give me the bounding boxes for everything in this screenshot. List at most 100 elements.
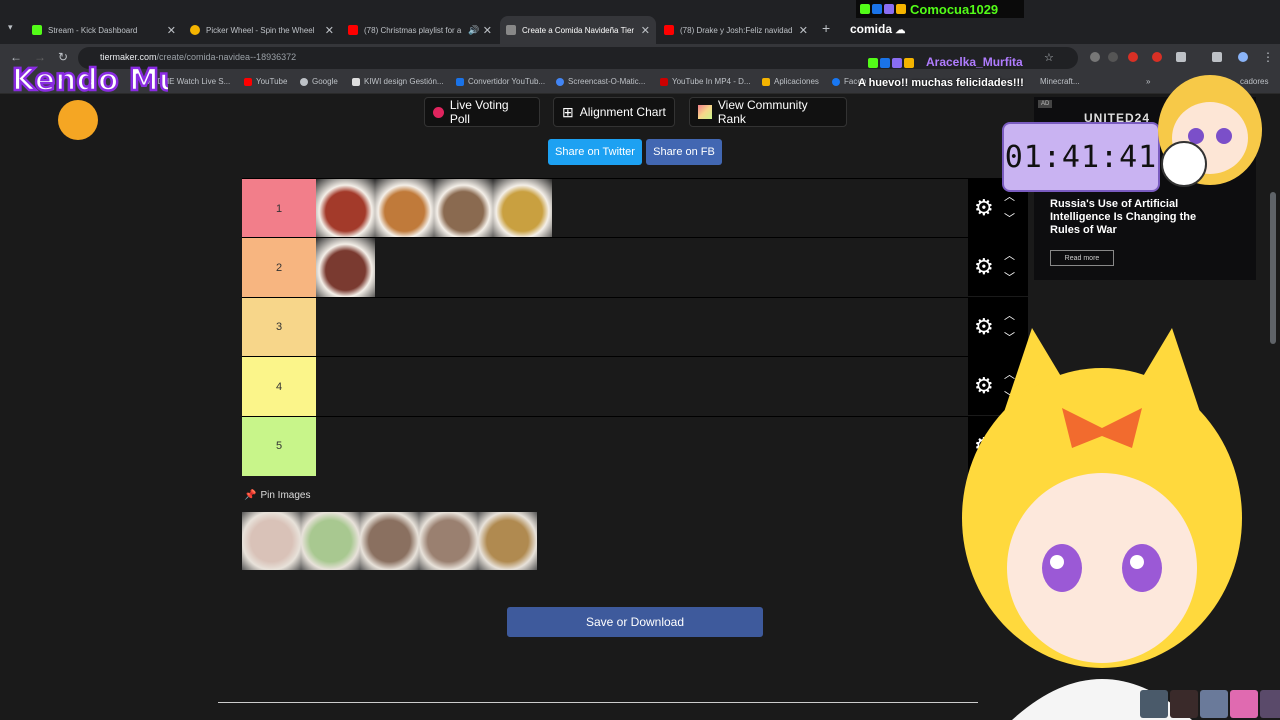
bookmark-item[interactable]: Screencast-O-Matic... (556, 77, 645, 86)
tab-tiermaker[interactable]: Create a Comida Navideña Tier ✕ (500, 16, 656, 44)
share-fb-button[interactable]: Share on FB (646, 139, 722, 165)
food-image[interactable] (316, 179, 375, 238)
chat-username: Comocua1029 (910, 1, 999, 17)
badge-icon (880, 58, 890, 68)
ad-headline: Russia's Use of Artificial Intelligence … (1050, 198, 1197, 236)
tier-label[interactable]: 4 (242, 357, 316, 417)
screen: ▾ Stream - Kick Dashboard ✕ Picker Wheel… (0, 0, 1280, 720)
live-voting-poll-button[interactable]: Live Voting Poll (424, 97, 540, 127)
close-icon[interactable]: ✕ (799, 24, 808, 37)
tab-label: (78) Christmas playlist for a (364, 25, 462, 35)
youtube-icon (244, 77, 252, 86)
chevron-up-icon[interactable]: ︿ (1004, 247, 1015, 263)
bookmark-item[interactable]: KIWI design Gestión... (352, 77, 444, 86)
chat-header: Comocua1029 (856, 0, 1024, 18)
tier-label[interactable]: 5 (242, 416, 316, 476)
bookmarks-bar: ATDHE Watch Live S... YouTube Google KIW… (0, 72, 1280, 94)
bookmark-item[interactable]: Minecraft... (1040, 77, 1080, 86)
ad-read-more-button[interactable]: Read more (1050, 250, 1114, 266)
crown-icon (904, 58, 914, 68)
viewer-thumbnails (1138, 690, 1280, 718)
food-image[interactable] (419, 512, 478, 570)
tab-label: (78) Drake y Josh:Feliz navidad (680, 25, 793, 35)
tab-kick-dashboard[interactable]: Stream - Kick Dashboard ✕ (26, 16, 182, 44)
browser-tab-bar: ▾ Stream - Kick Dashboard ✕ Picker Wheel… (0, 0, 1280, 44)
youtube-icon (348, 25, 358, 35)
tier-items (316, 179, 552, 238)
bookmark-item[interactable]: Convertidor YouTub... (456, 77, 545, 86)
extension-icon[interactable] (1108, 52, 1118, 62)
badge-icon (872, 4, 882, 14)
bookmark-star-icon[interactable]: ☆ (1044, 51, 1054, 64)
tier-row: 4 (242, 356, 968, 417)
gear-icon[interactable]: ⚙ (974, 254, 994, 280)
tab-christmas-playlist[interactable]: (78) Christmas playlist for a 🔊 ✕ (342, 16, 498, 44)
food-image[interactable] (360, 512, 419, 570)
chevron-down-icon[interactable]: ﹀ (1004, 210, 1015, 226)
bookmark-item[interactable]: Aplicaciones (762, 77, 819, 86)
close-icon[interactable]: ✕ (483, 24, 492, 37)
viewer-avatar (1200, 690, 1228, 718)
chat-badges (866, 58, 914, 68)
tier-label[interactable]: 3 (242, 297, 316, 357)
view-community-rank-button[interactable]: View Community Rank (689, 97, 847, 127)
kiwi-icon (352, 77, 360, 86)
food-image[interactable] (493, 179, 552, 238)
speaker-icon[interactable]: 🔊 (468, 25, 479, 36)
stream-timer: 01:41:41 (1002, 122, 1160, 192)
wheel-icon (190, 25, 200, 35)
pin-images-heading: 📌 Pin Images (244, 490, 311, 501)
tier-row: 5 (242, 415, 968, 476)
bookmark-item[interactable]: YouTube (244, 77, 287, 86)
viewer-avatar (1140, 690, 1168, 718)
tier-row: 1 (242, 178, 968, 238)
ad-badge: AD (1038, 100, 1053, 108)
apps-grid-icon (762, 77, 770, 86)
scrollbar[interactable] (1270, 192, 1276, 344)
tier-row: 3 (242, 296, 968, 357)
bookmark-item[interactable]: Google (300, 77, 338, 86)
new-tab-button[interactable]: + (822, 20, 830, 36)
food-image[interactable] (434, 179, 493, 238)
tier-label[interactable]: 2 (242, 238, 316, 298)
tier-row: 2 (242, 237, 968, 298)
chevron-down-icon[interactable]: ﹀ (1004, 269, 1015, 285)
tier-grid-icon (698, 105, 712, 119)
channel-logo: Kendo Murft (11, 62, 168, 140)
record-icon (433, 106, 444, 118)
tab-label: Picker Wheel - Spin the Wheel (206, 25, 315, 35)
address-toolbar: ← → ↻ tiermaker.com/create/comida-navide… (0, 44, 1280, 72)
tier-label[interactable]: 1 (242, 179, 316, 238)
tab-drake-josh[interactable]: (78) Drake y Josh:Feliz navidad ✕ (658, 16, 814, 44)
food-image[interactable] (242, 512, 301, 570)
food-image[interactable] (316, 238, 375, 298)
kick-badge-icon (860, 4, 870, 14)
save-download-button[interactable]: Save or Download (507, 607, 763, 637)
extension-icon[interactable] (1090, 52, 1100, 62)
pin-images-tray (242, 512, 537, 570)
tab-label: Stream - Kick Dashboard (48, 25, 138, 35)
bookmark-item[interactable]: YouTube In MP4 - D... (660, 77, 751, 86)
gear-icon[interactable]: ⚙ (974, 195, 994, 221)
share-twitter-button[interactable]: Share on Twitter (548, 139, 642, 165)
vtuber-avatar-small (1158, 75, 1262, 187)
vtuber-avatar (962, 328, 1242, 720)
close-icon[interactable]: ✕ (167, 24, 176, 37)
extension-icon[interactable] (1128, 52, 1138, 62)
close-icon[interactable]: ✕ (325, 24, 334, 37)
viewer-avatar (1170, 690, 1198, 718)
food-image[interactable] (375, 179, 434, 238)
food-image[interactable] (301, 512, 360, 570)
alignment-chart-button[interactable]: ⊞ Alignment Chart (553, 97, 675, 127)
close-icon[interactable]: ✕ (641, 24, 650, 37)
tier-items (316, 238, 375, 298)
tab-picker-wheel[interactable]: Picker Wheel - Spin the Wheel ✕ (184, 16, 340, 44)
food-image[interactable] (478, 512, 537, 570)
youtube-icon (664, 25, 674, 35)
viewer-avatar (1230, 690, 1258, 718)
kick-icon (32, 25, 42, 35)
emote-icon: ☁ (895, 25, 906, 36)
crown-icon (896, 4, 906, 14)
google-icon (300, 77, 308, 86)
tab-search-icon[interactable]: ▾ (8, 22, 13, 33)
